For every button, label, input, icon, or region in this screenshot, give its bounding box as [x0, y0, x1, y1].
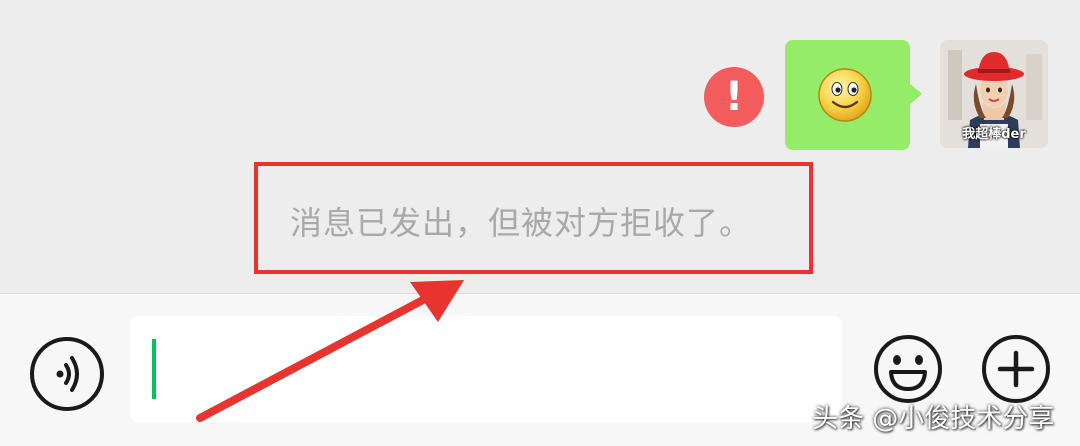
sent-message-bubble[interactable]	[785, 40, 910, 150]
exclamation-error-icon[interactable]: !	[704, 67, 764, 127]
smiley-face-icon	[818, 68, 872, 122]
annotation-highlight-box	[254, 162, 813, 274]
message-input[interactable]	[130, 316, 842, 422]
voice-icon[interactable]	[30, 337, 104, 411]
text-caret	[152, 339, 156, 399]
watermark: 头条 @小俊技术分享	[812, 404, 1055, 434]
bubble-tail	[908, 82, 922, 106]
avatar-caption: 我超棒der	[962, 127, 1026, 142]
avatar[interactable]: 我超棒der	[940, 40, 1048, 148]
emoji-face-icon[interactable]	[872, 333, 944, 405]
plus-icon[interactable]	[980, 333, 1052, 405]
